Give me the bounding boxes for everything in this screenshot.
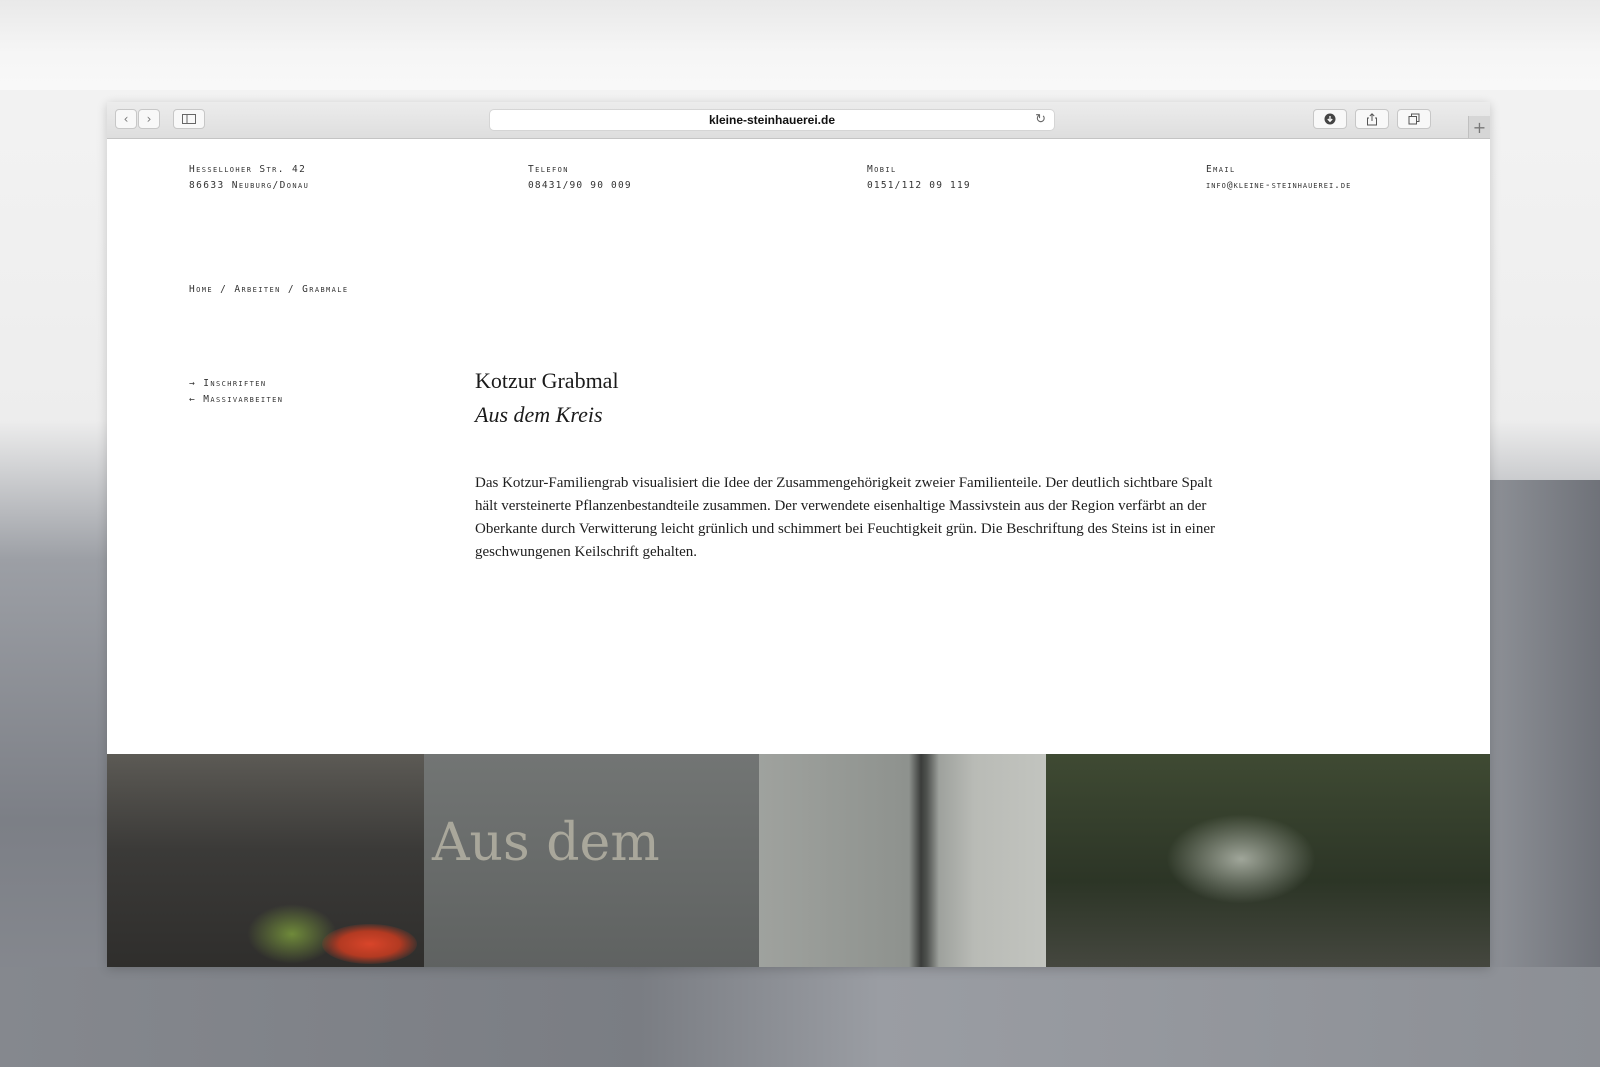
photo-stone-crack bbox=[759, 754, 1046, 967]
email-label: Email bbox=[1206, 164, 1236, 175]
sidebar-icon bbox=[182, 114, 196, 124]
chevron-right-icon: › bbox=[146, 112, 152, 126]
backdrop-bottom bbox=[0, 967, 1600, 1067]
email-block: Email info@kleine-steinhauerei.de bbox=[1206, 162, 1351, 194]
photo-foliage bbox=[247, 904, 337, 964]
backdrop-top bbox=[0, 0, 1600, 90]
stone-engraving: Aus dem bbox=[432, 813, 660, 873]
telefon-value[interactable]: 08431/90 90 009 bbox=[528, 178, 632, 194]
gravestone-photo: Aus dem bbox=[107, 754, 1490, 967]
prev-link-massivarbeiten[interactable]: ← Massivarbeiten bbox=[189, 392, 283, 408]
address-block: Hesselloher Str. 42 86633 Neuburg/Donau bbox=[189, 162, 309, 194]
page-subtitle: Aus dem Kreis bbox=[475, 402, 603, 427]
address-line2: 86633 Neuburg/Donau bbox=[189, 180, 310, 191]
address-line1: Hesselloher Str. 42 bbox=[189, 164, 307, 175]
forward-button[interactable]: › bbox=[138, 109, 160, 129]
download-icon bbox=[1324, 113, 1336, 125]
share-button[interactable] bbox=[1355, 109, 1389, 129]
plus-icon: + bbox=[1472, 117, 1487, 137]
photo-bokeh bbox=[1166, 814, 1316, 904]
address-bar[interactable]: kleine-steinhauerei.de ↻ bbox=[489, 109, 1055, 131]
telefon-block: Telefon 08431/90 90 009 bbox=[528, 162, 632, 194]
photo-stone-engraved: Aus dem bbox=[424, 754, 759, 967]
mobil-value[interactable]: 0151/112 09 119 bbox=[867, 178, 971, 194]
back-button[interactable]: ‹ bbox=[115, 109, 137, 129]
sidebar-button[interactable] bbox=[173, 109, 205, 129]
new-tab-button[interactable]: + bbox=[1468, 116, 1490, 138]
tabs-icon bbox=[1408, 113, 1420, 125]
mobil-block: Mobil 0151/112 09 119 bbox=[867, 162, 971, 194]
browser-toolbar: ‹ › kleine-steinhauerei.de ↻ + bbox=[107, 102, 1490, 139]
stone-crack bbox=[909, 754, 939, 967]
page-title: Kotzur Grabmal bbox=[475, 368, 619, 393]
photo-left-blur bbox=[107, 754, 424, 967]
tabs-button[interactable] bbox=[1397, 109, 1431, 129]
downloads-button[interactable] bbox=[1313, 109, 1347, 129]
mobil-label: Mobil bbox=[867, 164, 897, 175]
telefon-label: Telefon bbox=[528, 164, 569, 175]
chevron-left-icon: ‹ bbox=[123, 112, 129, 126]
reload-icon[interactable]: ↻ bbox=[1035, 111, 1046, 127]
breadcrumb[interactable]: Home / Arbeiten / Grabmale bbox=[189, 284, 349, 295]
side-navigation: → Inschriften ← Massivarbeiten bbox=[189, 376, 283, 408]
share-icon bbox=[1367, 112, 1377, 125]
browser-window: ‹ › kleine-steinhauerei.de ↻ + Hesselloh… bbox=[107, 102, 1490, 967]
photo-right-blur bbox=[1046, 754, 1490, 967]
photo-flowers bbox=[322, 924, 417, 964]
email-value[interactable]: info@kleine-steinhauerei.de bbox=[1206, 178, 1351, 194]
url-text: kleine-steinhauerei.de bbox=[708, 113, 836, 127]
article-body: Das Kotzur-Familiengrab visualisiert die… bbox=[475, 475, 1215, 560]
next-link-inschriften[interactable]: → Inschriften bbox=[189, 376, 283, 392]
